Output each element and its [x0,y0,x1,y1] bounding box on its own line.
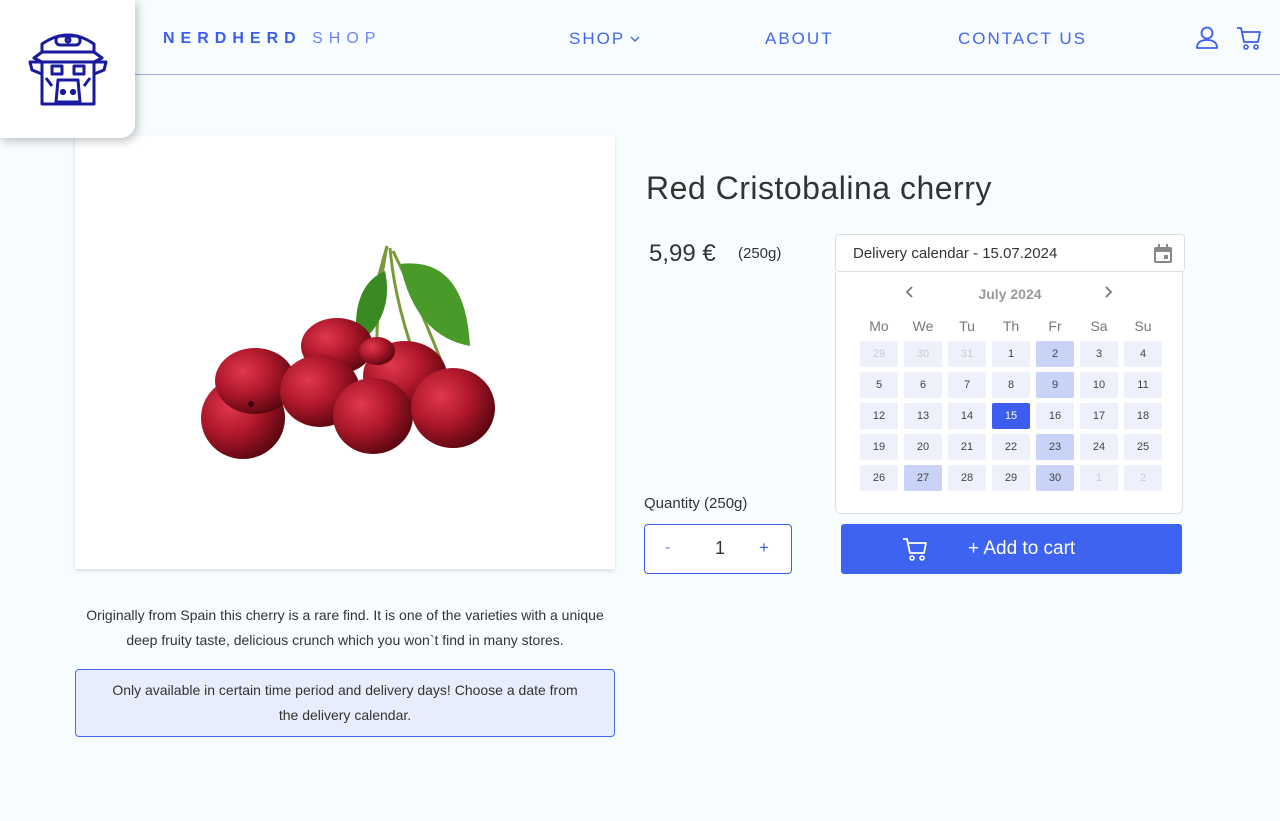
chevron-right-icon [1105,286,1113,298]
weekday-header: We [912,318,934,334]
calendar-day[interactable]: 9 [1036,372,1074,398]
nav-contact-label: CONTACT US [958,29,1087,48]
cherries-image [201,245,495,459]
nav-contact[interactable]: CONTACT US [958,29,1087,49]
calendar-day[interactable]: 4 [1124,341,1162,367]
quantity-input[interactable]: 1 [705,538,735,559]
calendar-day[interactable]: 17 [1080,403,1118,429]
weekday-header: Su [1134,318,1152,334]
calendar-month-label: July 2024 [978,286,1042,302]
logo[interactable] [0,0,135,138]
product-image [75,136,615,569]
calendar-dropdown: July 2024 Mo We Tu Th Fr Sa Su 29 30 31 1 2 3 4 5 6 7 8 9 1… [835,272,1183,514]
quantity-increase-button[interactable]: + [759,538,769,558]
product-unit: (250g) [738,245,782,262]
calendar-day: 1 [1080,465,1118,491]
site-header: NERDHERD SHOP SHOP ABOUT CONTACT US [0,0,1280,75]
calendar-day[interactable]: 28 [948,465,986,491]
calendar-day[interactable]: 21 [948,434,986,460]
calendar-day[interactable]: 26 [860,465,898,491]
calendar-day[interactable]: 3 [1080,341,1118,367]
quantity-decrease-button[interactable]: - [665,539,670,557]
calendar-day[interactable]: 24 [1080,434,1118,460]
cart-icon [903,538,927,561]
calendar-day[interactable]: 7 [948,372,986,398]
calendar-day: 31 [948,341,986,367]
delivery-calendar-value: Delivery calendar - 15.07.2024 [853,245,1058,262]
next-month-button[interactable] [1102,285,1114,304]
calendar-day[interactable]: 19 [860,434,898,460]
calendar-icon[interactable] [1152,243,1174,265]
calendar-day: 2 [1124,465,1162,491]
brand-name: NERDHERD [163,30,302,47]
calendar-day[interactable]: 6 [904,372,942,398]
availability-notice-text: Only available in certain time period an… [112,682,578,723]
calendar-day[interactable]: 20 [904,434,942,460]
weekday-header: Sa [1090,318,1108,334]
calendar-day[interactable]: 2 [1036,341,1074,367]
nav-about[interactable]: ABOUT [765,29,834,49]
calendar-day[interactable]: 10 [1080,372,1118,398]
calendar-day[interactable]: 11 [1124,372,1162,398]
calendar-day[interactable]: 8 [992,372,1030,398]
calendar-day[interactable]: 16 [1036,403,1074,429]
add-to-cart-button[interactable]: + Add to cart [841,524,1182,574]
calendar-day[interactable]: 14 [948,403,986,429]
chevron-down-icon [630,36,640,42]
brand-wordmark[interactable]: NERDHERD SHOP [163,30,381,48]
calendar-day[interactable]: 29 [992,465,1030,491]
weekday-header: Th [1002,318,1020,334]
weekday-header: Tu [959,318,975,334]
product-title: Red Cristobalina cherry [646,170,992,206]
calendar-day: 30 [904,341,942,367]
calendar-day[interactable]: 27 [904,465,942,491]
brand-shop: SHOP [312,30,382,47]
product-price: 5,99 € [649,240,716,267]
calendar-day[interactable]: 13 [904,403,942,429]
bull-mascot-icon [28,33,107,106]
nav-about-label: ABOUT [765,29,834,48]
quantity-label: Quantity (250g) [644,495,748,512]
calendar-day-selected[interactable]: 15 [992,403,1030,429]
weekday-header: Mo [869,318,889,334]
weekday-header: Fr [1048,318,1062,334]
availability-notice: Only available in certain time period an… [75,669,615,737]
product-description: Originally from Spain this cherry is a r… [86,607,604,648]
cart-icon[interactable] [1235,24,1263,52]
calendar-day[interactable]: 12 [860,403,898,429]
calendar-day[interactable]: 18 [1124,403,1162,429]
nav-shop-label: SHOP [569,29,626,48]
user-icon[interactable] [1193,24,1221,52]
calendar-day[interactable]: 1 [992,341,1030,367]
add-to-cart-label: + Add to cart [968,538,1076,559]
calendar-day: 29 [860,341,898,367]
calendar-day[interactable]: 30 [1036,465,1074,491]
nav-shop[interactable]: SHOP [569,29,641,49]
calendar-day[interactable]: 22 [992,434,1030,460]
calendar-day[interactable]: 5 [860,372,898,398]
quantity-stepper: - 1 + [644,524,792,574]
calendar-day[interactable]: 23 [1036,434,1074,460]
delivery-calendar-input[interactable]: Delivery calendar - 15.07.2024 [835,234,1185,272]
calendar-day[interactable]: 25 [1124,434,1162,460]
